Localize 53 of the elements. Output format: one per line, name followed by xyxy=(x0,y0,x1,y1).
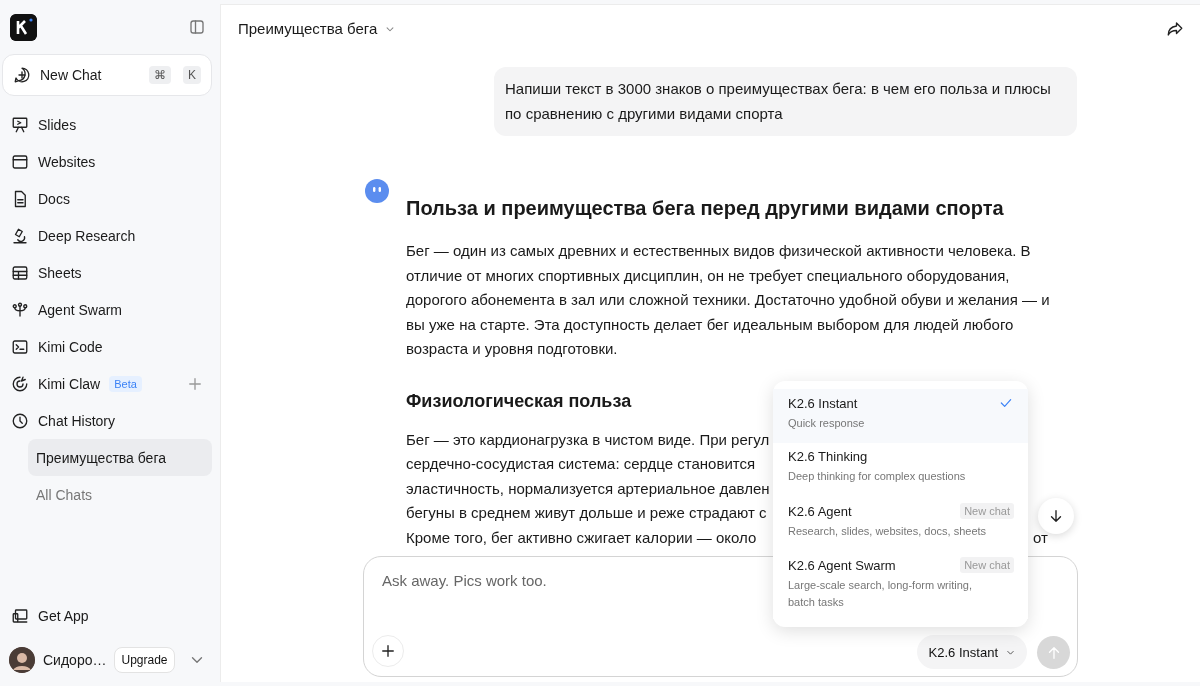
avatar[interactable] xyxy=(9,647,35,673)
user-message: Напиши текст в 3000 знаков о преимуществах бега: в чем его польза и плюсы по сравнению с другими видами спорта xyxy=(494,67,1077,136)
presentation-icon xyxy=(11,115,29,134)
sidebar-item[interactable]: Agent Swarm xyxy=(2,291,212,328)
paragraph-line: бегуны в среднем живут дольше и реже страдают с xyxy=(406,503,767,523)
all-chats-link[interactable]: All Chats xyxy=(28,476,212,513)
paragraph-line: сердечно-сосудистая система: сердце становится xyxy=(406,454,756,474)
answer-heading: Польза и преимущества бега перед другими видами спорта xyxy=(406,196,1004,221)
model-option[interactable]: K2.6 Thinking Deep thinking for complex questions xyxy=(773,443,1028,497)
paragraph-fragment: от xyxy=(1033,527,1048,548)
table-icon xyxy=(11,263,29,282)
plus-icon xyxy=(379,642,397,660)
bot-avatar-icon xyxy=(364,178,390,204)
sidebar-item[interactable]: Slides xyxy=(2,106,212,143)
paragraph-line: эластичность, нормализуется артериальное давлен xyxy=(406,478,770,499)
chat-title[interactable]: Преимущества бега xyxy=(238,20,378,37)
claw-icon xyxy=(11,374,29,393)
model-option[interactable]: K2.6 Agent Swarm New chat Large-scale search, long-form writing, batch tasks xyxy=(773,551,1028,619)
upgrade-button[interactable]: Upgrade xyxy=(114,647,175,673)
sidebar-item[interactable]: Sheets xyxy=(2,254,212,291)
sidebar-toggle-icon xyxy=(188,18,206,36)
new-chat-tag: New chat xyxy=(960,503,1014,519)
answer-paragraph: Бег — один из самых древних и естественных видов физической активности человека. В отличие от многих спортивных дисциплин, он не требует специального оборудования, дорогого абонемента в зал или сложной техники. Достаточно удобной обуви и желания — и вы уже на старте. Эта доступность делает бег идеальным выбором для людей любого возраста и уровня подготовки. xyxy=(406,241,1051,359)
sidebar-item[interactable]: Docs xyxy=(2,180,212,217)
microscope-icon xyxy=(11,226,29,245)
model-selector[interactable]: K2.6 Instant xyxy=(916,635,1027,669)
shortcut-key: ⌘ xyxy=(149,66,171,84)
scroll-down-button[interactable] xyxy=(1038,498,1074,534)
sidebar-item[interactable]: Kimi Code xyxy=(2,328,212,365)
new-chat-button[interactable]: New Chat ⌘ K xyxy=(2,54,212,96)
chat-history-item[interactable]: Преимущества бега xyxy=(28,439,212,476)
sidebar-item[interactable]: Chat History xyxy=(2,402,212,439)
browser-window-icon xyxy=(11,152,29,171)
paragraph-line: Кроме того, бег активно сжигает калории — около xyxy=(406,527,757,548)
user-name: Сидоро… xyxy=(43,652,107,668)
get-app-item[interactable]: Get App xyxy=(2,597,212,634)
paragraph-line: Бег — это кардионагрузка в чистом виде. При регул xyxy=(406,429,770,450)
sidebar-item[interactable]: Deep Research xyxy=(2,217,212,254)
attach-button[interactable] xyxy=(372,635,404,667)
model-option[interactable]: K2.6 Agent New chat Research, slides, websites, docs, sheets xyxy=(773,497,1028,551)
nodes-icon xyxy=(11,300,29,319)
terminal-icon xyxy=(11,337,29,356)
shortcut-key: K xyxy=(183,66,201,84)
share-icon xyxy=(1166,19,1184,38)
new-chat-tag: New chat xyxy=(960,557,1014,573)
clock-icon xyxy=(11,411,29,430)
model-option[interactable]: K2.6 Instant Quick response xyxy=(773,389,1028,443)
beta-badge: Beta xyxy=(109,375,142,392)
app-logo[interactable] xyxy=(10,13,37,41)
devices-icon xyxy=(11,606,29,625)
section-heading: Физиологическая польза xyxy=(406,389,632,413)
sidebar-item[interactable]: Kimi Claw Beta xyxy=(2,365,212,402)
sidebar-item[interactable]: Websites xyxy=(2,143,212,180)
